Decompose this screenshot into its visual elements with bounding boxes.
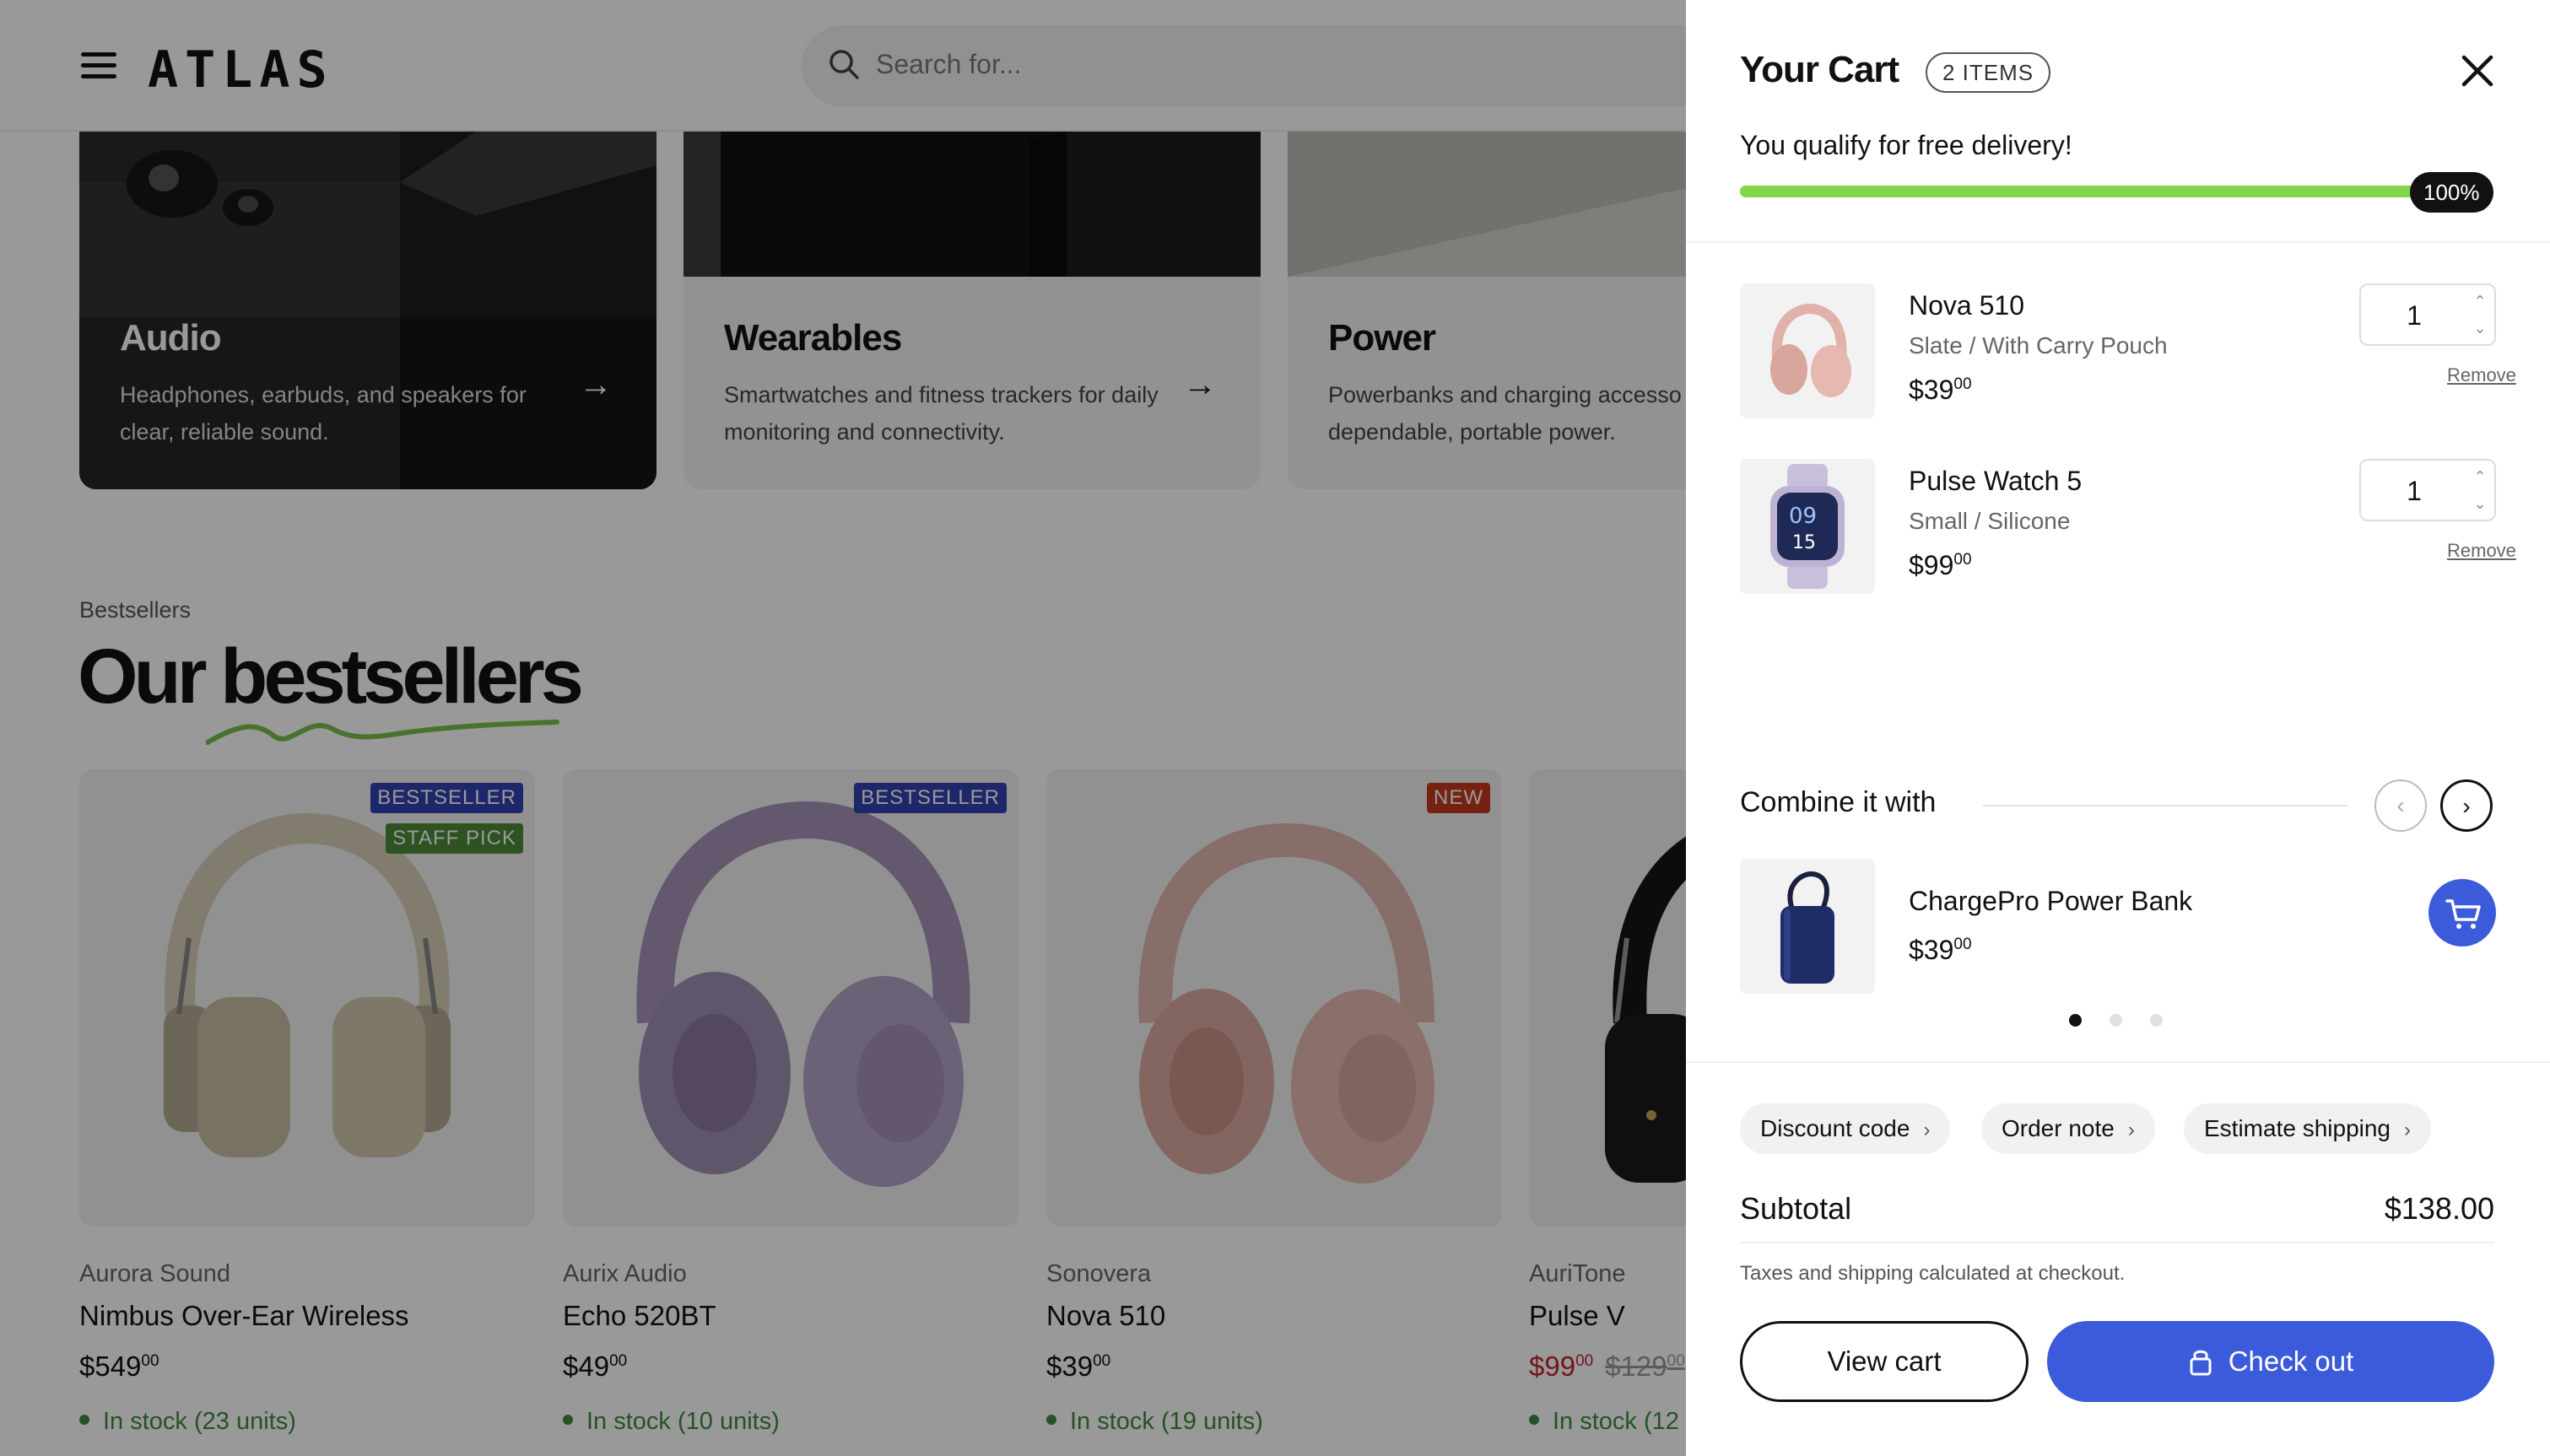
progress-fill [1740, 186, 2482, 197]
recommended-thumbnail[interactable] [1740, 859, 1875, 994]
carousel-dot[interactable] [2150, 1014, 2163, 1027]
product-thumbnail[interactable] [1740, 283, 1875, 418]
order-note-chip[interactable]: Order note › [1981, 1103, 2155, 1154]
item-name[interactable]: Pulse Watch 5 [1909, 466, 2082, 497]
recommended-price: $3900 [1909, 935, 1972, 965]
discount-code-chip[interactable]: Discount code › [1740, 1103, 1951, 1154]
product-thumbnail[interactable]: 09 15 [1740, 459, 1875, 594]
add-to-cart-button[interactable] [2428, 879, 2496, 946]
power-bank-image [1780, 871, 1834, 984]
quantity-stepper[interactable]: 1 ⌃ ⌄ [2359, 459, 2496, 521]
subtotal-label: Subtotal [1740, 1191, 1852, 1226]
headphones-image [1770, 303, 1851, 397]
cart-icon [2445, 899, 2481, 929]
carousel-dot[interactable] [2110, 1014, 2122, 1027]
chevron-right-icon: › [2462, 793, 2471, 819]
divider [1740, 1242, 2494, 1243]
free-delivery-message: You qualify for free delivery! [1740, 130, 2072, 160]
carousel-dot[interactable] [2069, 1014, 2082, 1027]
carousel-prev-button[interactable]: ‹ [2374, 779, 2427, 832]
chevron-down-icon[interactable]: ⌄ [2467, 315, 2493, 341]
item-price: $9900 [1909, 550, 1972, 580]
chevron-down-icon[interactable]: ⌄ [2467, 491, 2493, 516]
chevron-up-icon[interactable]: ⌃ [2467, 464, 2493, 489]
remove-link[interactable]: Remove [2447, 540, 2516, 562]
quantity-stepper[interactable]: 1 ⌃ ⌄ [2359, 283, 2496, 346]
chevron-right-icon: › [1923, 1119, 1931, 1141]
cart-drawer: Your Cart 2 ITEMS You qualify for free d… [1686, 0, 2550, 1456]
cart-line-item: Nova 510 Slate / With Carry Pouch $3900 … [1740, 283, 2516, 418]
item-variant: Slate / With Carry Pouch [1909, 332, 2168, 359]
divider [1686, 1061, 2550, 1063]
carousel-next-button[interactable]: › [2440, 779, 2493, 832]
progress-label: 100% [2410, 172, 2493, 213]
cart-line-item: 09 15 Pulse Watch 5 Small / Silicone $99… [1740, 459, 2516, 594]
svg-text:09: 09 [1789, 504, 1817, 529]
item-count-badge: 2 ITEMS [1926, 52, 2051, 93]
divider [1686, 241, 2550, 243]
lock-icon [2190, 1350, 2212, 1376]
carousel-dots [2069, 1014, 2170, 1027]
checkout-label: Check out [2228, 1345, 2354, 1377]
chevron-right-icon: › [2127, 1119, 2135, 1141]
divider [1983, 805, 2347, 806]
chevron-right-icon: › [2404, 1119, 2412, 1141]
smartwatch-image: 09 15 [1770, 464, 1845, 589]
tax-note: Taxes and shipping calculated at checkou… [1740, 1262, 2126, 1285]
item-variant: Small / Silicone [1909, 508, 2071, 534]
estimate-shipping-chip[interactable]: Estimate shipping › [2184, 1103, 2432, 1154]
quantity-value: 1 [2407, 300, 2422, 331]
checkout-button[interactable]: Check out [2047, 1321, 2494, 1402]
modal-backdrop[interactable] [0, 0, 1686, 1456]
subtotal-value: $138.00 [2384, 1191, 2494, 1226]
item-name[interactable]: Nova 510 [1909, 290, 2024, 321]
recommended-name[interactable]: ChargePro Power Bank [1909, 886, 2192, 917]
chevron-left-icon: ‹ [2396, 792, 2405, 818]
cart-title: Your Cart [1740, 49, 1899, 90]
view-cart-button[interactable]: View cart [1740, 1321, 2029, 1402]
remove-link[interactable]: Remove [2447, 364, 2516, 386]
item-price: $3900 [1909, 375, 1972, 405]
free-delivery-progress [1740, 186, 2482, 197]
chevron-up-icon[interactable]: ⌃ [2467, 289, 2493, 314]
close-icon[interactable] [2457, 51, 2498, 91]
combine-title: Combine it with [1740, 786, 1937, 818]
svg-text:15: 15 [1792, 532, 1816, 553]
quantity-value: 1 [2407, 476, 2422, 506]
